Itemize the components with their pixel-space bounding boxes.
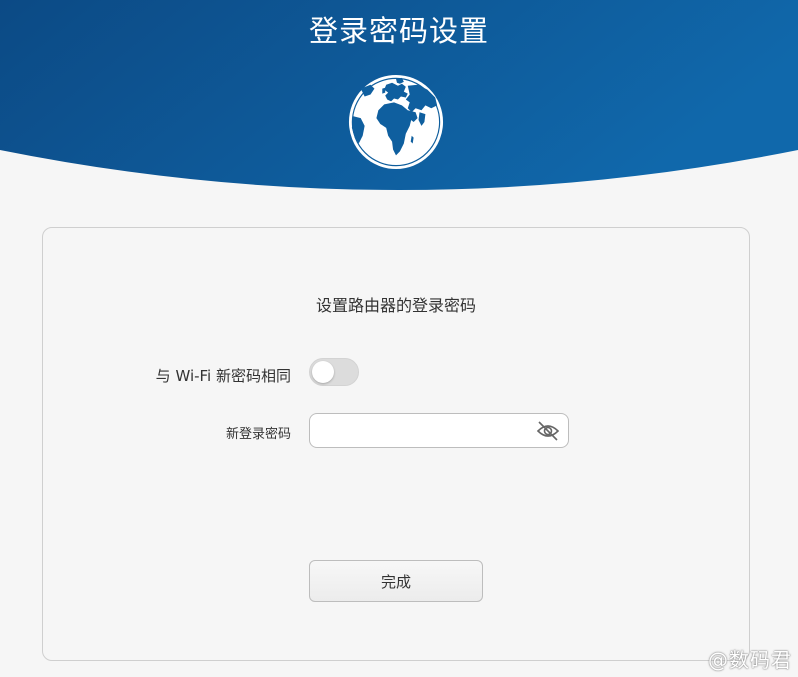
eye-off-icon[interactable]	[536, 420, 560, 442]
same-as-wifi-label: 与 Wi-Fi 新密码相同	[155, 367, 291, 385]
same-as-wifi-toggle[interactable]	[309, 358, 359, 386]
page-title: 登录密码设置	[308, 14, 489, 48]
new-password-label: 新登录密码	[225, 427, 291, 442]
new-password-input[interactable]	[318, 418, 528, 443]
toggle-knob	[312, 361, 334, 383]
done-button[interactable]: 完成	[309, 560, 483, 602]
login-password-setup-page: 登录密码设置 设置路由器的登录密码 与 Wi-Fi 新密码相同 新登录密码 完成…	[0, 0, 798, 677]
watermark-text: @数码君	[708, 648, 792, 672]
password-card: 设置路由器的登录密码 与 Wi-Fi 新密码相同 新登录密码 完成	[42, 227, 750, 661]
header-banner: 登录密码设置	[0, 0, 798, 195]
new-password-field	[309, 413, 569, 448]
globe-icon	[348, 74, 444, 170]
card-subtitle: 设置路由器的登录密码	[315, 296, 476, 315]
